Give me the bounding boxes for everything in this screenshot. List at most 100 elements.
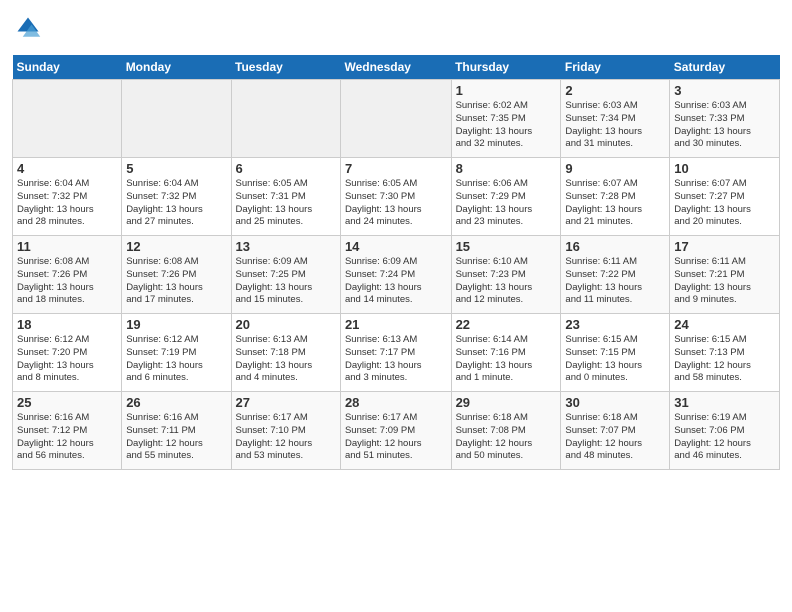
calendar-cell: 12 Sunrise: 6:08 AMSunset: 7:26 PMDayligh… [122,236,231,314]
day-info: Sunrise: 6:19 AMSunset: 7:06 PMDaylight:… [674,412,775,463]
day-info: Sunrise: 6:12 AMSunset: 7:20 PMDaylight:… [17,334,117,385]
day-info: Sunrise: 6:08 AMSunset: 7:26 PMDaylight:… [17,256,117,307]
calendar-cell: 16Sunrise: 6:11 AMSunset: 7:22 PMDayligh… [561,236,670,314]
day-number: 3 [674,83,775,98]
day-info: Sunrise: 6:18 AMSunset: 7:08 PMDaylight:… [456,412,557,463]
calendar-cell: 24 Sunrise: 6:15 AMSunset: 7:13 PMDayligh… [670,314,780,392]
day-number: 27 [236,395,336,410]
day-number: 21 [345,317,447,332]
weekday-header: Tuesday [231,55,340,80]
day-number: 10 [674,161,775,176]
day-info: Sunrise: 6:04 AMSunset: 7:32 PMDaylight:… [126,178,226,229]
calendar-week-row: 18 Sunrise: 6:12 AMSunset: 7:20 PMDayligh… [13,314,780,392]
calendar-cell [231,80,340,158]
calendar-cell: 26Sunrise: 6:16 AMSunset: 7:11 PMDayligh… [122,392,231,470]
day-number: 11 [17,239,117,254]
weekday-header: Wednesday [340,55,451,80]
page-container: SundayMondayTuesdayWednesdayThursdayFrid… [0,0,792,478]
calendar-cell: 28 Sunrise: 6:17 AMSunset: 7:09 PMDayligh… [340,392,451,470]
day-info: Sunrise: 6:12 AMSunset: 7:19 PMDaylight:… [126,334,226,385]
calendar-week-row: 25 Sunrise: 6:16 AMSunset: 7:12 PMDayligh… [13,392,780,470]
day-info: Sunrise: 6:03 AMSunset: 7:33 PMDaylight:… [674,100,775,151]
day-number: 13 [236,239,336,254]
day-number: 22 [456,317,557,332]
calendar-cell: 10Sunrise: 6:07 AMSunset: 7:27 PMDayligh… [670,158,780,236]
day-info: Sunrise: 6:02 AMSunset: 7:35 PMDaylight:… [456,100,557,151]
day-info: Sunrise: 6:16 AMSunset: 7:11 PMDaylight:… [126,412,226,463]
day-number: 8 [456,161,557,176]
calendar-cell: 30 Sunrise: 6:18 AMSunset: 7:07 PMDayligh… [561,392,670,470]
calendar-week-row: 11 Sunrise: 6:08 AMSunset: 7:26 PMDayligh… [13,236,780,314]
day-number: 20 [236,317,336,332]
day-number: 18 [17,317,117,332]
day-number: 23 [565,317,665,332]
calendar-cell: 19 Sunrise: 6:12 AMSunset: 7:19 PMDayligh… [122,314,231,392]
calendar-cell [340,80,451,158]
weekday-header: Thursday [451,55,561,80]
day-info: Sunrise: 6:15 AMSunset: 7:13 PMDaylight:… [674,334,775,385]
day-number: 25 [17,395,117,410]
calendar-cell: 14 Sunrise: 6:09 AMSunset: 7:24 PMDayligh… [340,236,451,314]
calendar-cell: 17 Sunrise: 6:11 AMSunset: 7:21 PMDayligh… [670,236,780,314]
day-info: Sunrise: 6:06 AMSunset: 7:29 PMDaylight:… [456,178,557,229]
calendar-cell: 23Sunrise: 6:15 AMSunset: 7:15 PMDayligh… [561,314,670,392]
day-info: Sunrise: 6:05 AMSunset: 7:30 PMDaylight:… [345,178,447,229]
day-info: Sunrise: 6:17 AMSunset: 7:09 PMDaylight:… [345,412,447,463]
day-number: 12 [126,239,226,254]
day-number: 15 [456,239,557,254]
day-info: Sunrise: 6:09 AMSunset: 7:24 PMDaylight:… [345,256,447,307]
weekday-header: Sunday [13,55,122,80]
day-info: Sunrise: 6:14 AMSunset: 7:16 PMDaylight:… [456,334,557,385]
calendar-cell: 31Sunrise: 6:19 AMSunset: 7:06 PMDayligh… [670,392,780,470]
day-number: 28 [345,395,447,410]
calendar-cell [13,80,122,158]
day-info: Sunrise: 6:13 AMSunset: 7:18 PMDaylight:… [236,334,336,385]
weekday-header-row: SundayMondayTuesdayWednesdayThursdayFrid… [13,55,780,80]
calendar-cell: 15 Sunrise: 6:10 AMSunset: 7:23 PMDayligh… [451,236,561,314]
weekday-header: Saturday [670,55,780,80]
day-info: Sunrise: 6:09 AMSunset: 7:25 PMDaylight:… [236,256,336,307]
calendar-cell: 2 Sunrise: 6:03 AMSunset: 7:34 PMDaylight… [561,80,670,158]
day-info: Sunrise: 6:16 AMSunset: 7:12 PMDaylight:… [17,412,117,463]
calendar-cell: 22 Sunrise: 6:14 AMSunset: 7:16 PMDayligh… [451,314,561,392]
day-info: Sunrise: 6:07 AMSunset: 7:28 PMDaylight:… [565,178,665,229]
calendar-cell: 11 Sunrise: 6:08 AMSunset: 7:26 PMDayligh… [13,236,122,314]
calendar-cell: 29Sunrise: 6:18 AMSunset: 7:08 PMDayligh… [451,392,561,470]
day-number: 2 [565,83,665,98]
calendar-cell: 20 Sunrise: 6:13 AMSunset: 7:18 PMDayligh… [231,314,340,392]
calendar-cell [122,80,231,158]
day-info: Sunrise: 6:17 AMSunset: 7:10 PMDaylight:… [236,412,336,463]
calendar-cell: 5Sunrise: 6:04 AMSunset: 7:32 PMDaylight… [122,158,231,236]
day-number: 4 [17,161,117,176]
calendar-cell: 21 Sunrise: 6:13 AMSunset: 7:17 PMDayligh… [340,314,451,392]
header [12,10,780,47]
calendar-cell: 4 Sunrise: 6:04 AMSunset: 7:32 PMDaylight… [13,158,122,236]
calendar-cell: 27 Sunrise: 6:17 AMSunset: 7:10 PMDayligh… [231,392,340,470]
calendar-table: SundayMondayTuesdayWednesdayThursdayFrid… [12,55,780,470]
day-info: Sunrise: 6:08 AMSunset: 7:26 PMDaylight:… [126,256,226,307]
day-info: Sunrise: 6:13 AMSunset: 7:17 PMDaylight:… [345,334,447,385]
day-info: Sunrise: 6:04 AMSunset: 7:32 PMDaylight:… [17,178,117,229]
day-number: 30 [565,395,665,410]
calendar-cell: 1 Sunrise: 6:02 AMSunset: 7:35 PMDaylight… [451,80,561,158]
day-number: 19 [126,317,226,332]
calendar-cell: 6 Sunrise: 6:05 AMSunset: 7:31 PMDaylight… [231,158,340,236]
day-number: 16 [565,239,665,254]
calendar-cell: 3 Sunrise: 6:03 AMSunset: 7:33 PMDaylight… [670,80,780,158]
day-info: Sunrise: 6:05 AMSunset: 7:31 PMDaylight:… [236,178,336,229]
weekday-header: Monday [122,55,231,80]
logo [12,14,46,47]
weekday-header: Friday [561,55,670,80]
day-number: 24 [674,317,775,332]
day-info: Sunrise: 6:03 AMSunset: 7:34 PMDaylight:… [565,100,665,151]
day-number: 6 [236,161,336,176]
day-info: Sunrise: 6:11 AMSunset: 7:21 PMDaylight:… [674,256,775,307]
day-number: 17 [674,239,775,254]
day-info: Sunrise: 6:10 AMSunset: 7:23 PMDaylight:… [456,256,557,307]
day-number: 14 [345,239,447,254]
day-number: 1 [456,83,557,98]
day-info: Sunrise: 6:18 AMSunset: 7:07 PMDaylight:… [565,412,665,463]
calendar-week-row: 1 Sunrise: 6:02 AMSunset: 7:35 PMDaylight… [13,80,780,158]
calendar-cell: 8 Sunrise: 6:06 AMSunset: 7:29 PMDaylight… [451,158,561,236]
calendar-cell: 7Sunrise: 6:05 AMSunset: 7:30 PMDaylight… [340,158,451,236]
